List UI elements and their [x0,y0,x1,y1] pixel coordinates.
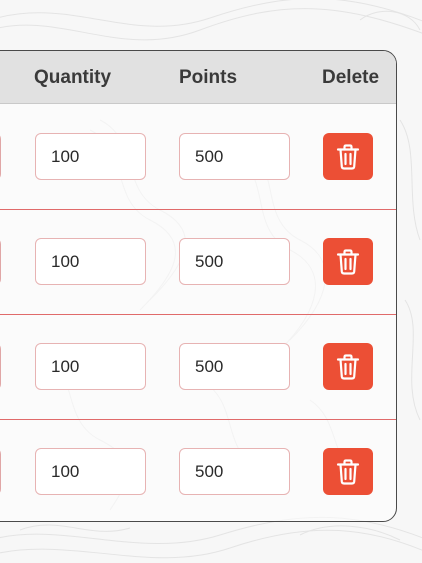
table-row [0,314,396,420]
points-table: Quantity Points Delete [0,50,397,522]
clipped-input-edge[interactable] [0,238,1,285]
trash-icon [336,143,360,170]
quantity-input[interactable] [35,448,146,495]
quantity-input[interactable] [35,343,146,390]
table-row [0,104,396,210]
trash-icon [336,458,360,485]
delete-row-button[interactable] [323,133,373,180]
points-input[interactable] [179,343,290,390]
table-row [0,209,396,315]
points-input[interactable] [179,238,290,285]
column-header-delete: Delete [322,67,380,88]
points-input[interactable] [179,133,290,180]
column-header-points: Points [179,67,238,88]
trash-icon [336,248,360,275]
delete-row-button[interactable] [323,238,373,285]
delete-row-button[interactable] [323,343,373,390]
quantity-input[interactable] [35,238,146,285]
table-row [0,419,396,521]
quantity-input[interactable] [35,133,146,180]
delete-row-button[interactable] [323,448,373,495]
clipped-input-edge[interactable] [0,343,1,390]
clipped-input-edge[interactable] [0,133,1,180]
trash-icon [336,353,360,380]
points-input[interactable] [179,448,290,495]
column-header-quantity: Quantity [34,67,112,88]
clipped-input-edge[interactable] [0,448,1,495]
table-header: Quantity Points Delete [0,51,396,104]
